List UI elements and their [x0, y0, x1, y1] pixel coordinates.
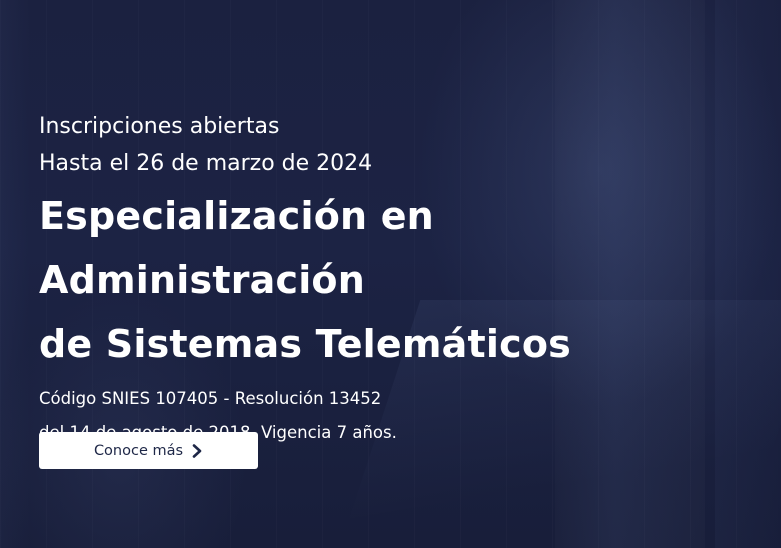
enrollment-status: Inscripciones abiertas	[39, 114, 280, 139]
snies-code: Código SNIES 107405 - Resolución 13452	[39, 389, 382, 408]
hero-banner: Inscripciones abiertas Hasta el 26 de ma…	[0, 0, 781, 548]
program-title: Especialización en Administración de Sis…	[39, 184, 769, 376]
chevron-right-icon	[191, 443, 203, 458]
program-title-line2: de Sistemas Telemáticos	[39, 322, 571, 366]
learn-more-label: Conoce más	[93, 442, 184, 459]
background-server-rack-left	[0, 0, 30, 548]
hero-content: Inscripciones abiertas Hasta el 26 de ma…	[39, 108, 769, 450]
program-title-line1: Especialización en Administración	[39, 194, 434, 302]
learn-more-button[interactable]: Conoce más	[39, 432, 258, 469]
enrollment-deadline: Hasta el 26 de marzo de 2024	[39, 151, 373, 176]
